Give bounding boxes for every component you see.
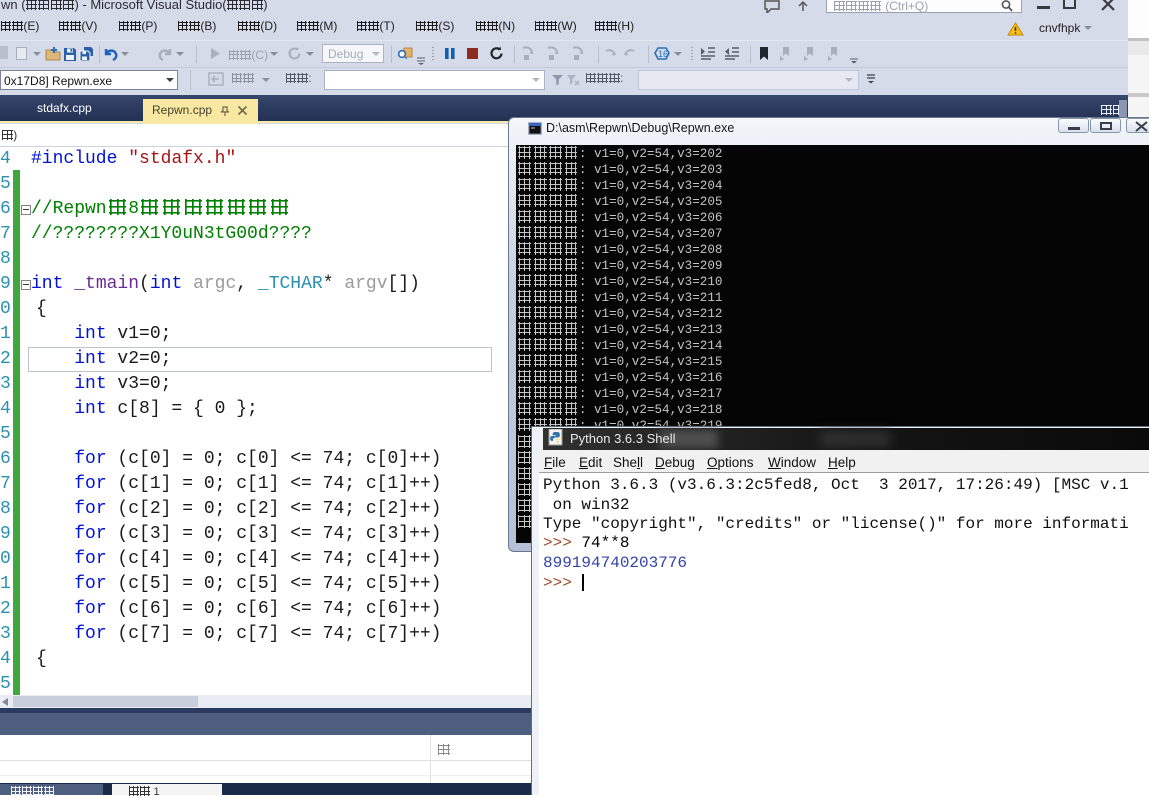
svg-text:16: 16	[658, 49, 668, 59]
